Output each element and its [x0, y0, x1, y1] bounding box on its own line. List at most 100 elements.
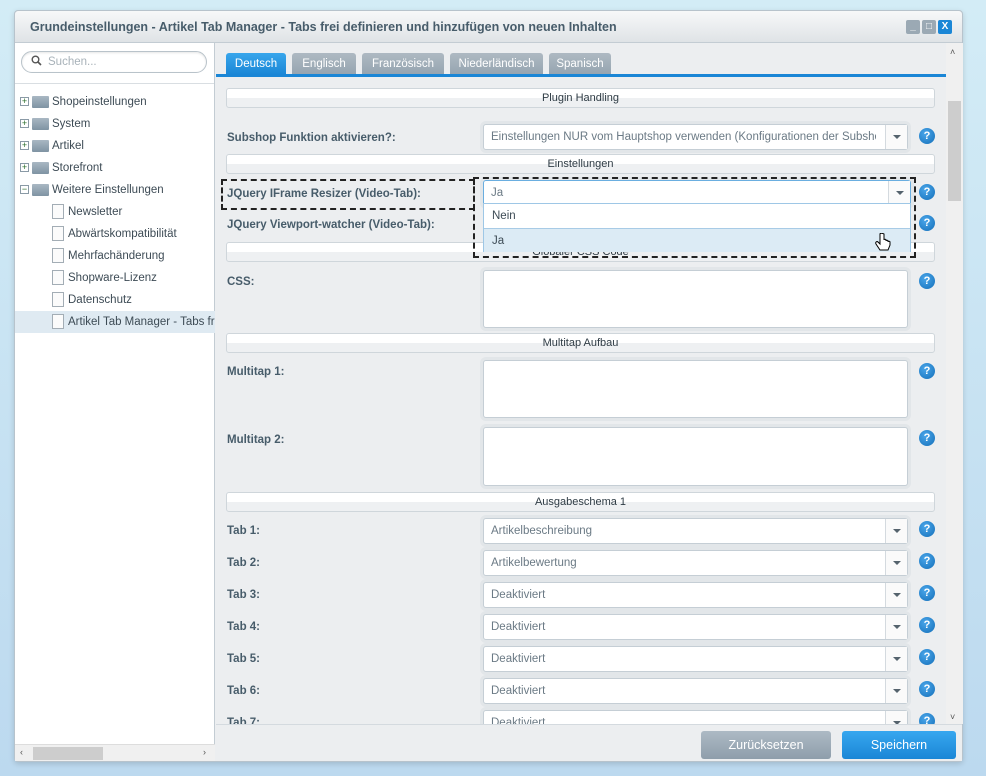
tree-item[interactable]: Datenschutz	[15, 289, 215, 311]
tab-französisch[interactable]: Französisch	[362, 53, 444, 75]
help-icon[interactable]: ?	[919, 649, 935, 665]
expand-icon[interactable]: +	[20, 97, 29, 106]
tab-row-select[interactable]: Deaktiviert	[483, 614, 908, 640]
help-icon[interactable]: ?	[919, 681, 935, 697]
tab-row-select[interactable]: Deaktiviert	[483, 678, 908, 704]
tab-row-select[interactable]: Artikelbewertung	[483, 550, 908, 576]
tree-item[interactable]: − Weitere Einstellungen	[15, 179, 215, 201]
vertical-scrollbar[interactable]: ˄ ˅	[946, 43, 963, 724]
tree-item-label: Artikel	[52, 140, 84, 152]
tab-row-value: Deaktiviert	[491, 685, 546, 697]
scroll-right-icon[interactable]: ›	[203, 747, 206, 757]
folder-icon	[32, 118, 49, 130]
document-icon	[52, 270, 64, 285]
multitap1-textarea[interactable]	[483, 360, 908, 418]
tab-row-value: Artikelbewertung	[491, 557, 577, 569]
chevron-down-icon[interactable]	[885, 711, 907, 724]
tab-row-select[interactable]: Deaktiviert	[483, 710, 908, 724]
expand-icon[interactable]: +	[20, 141, 29, 150]
document-icon	[52, 204, 64, 219]
focus-outline-field	[473, 177, 916, 258]
help-icon[interactable]: ?	[919, 215, 935, 231]
tab-spanisch[interactable]: Spanisch	[549, 53, 611, 75]
help-icon[interactable]: ?	[919, 617, 935, 633]
tree-item[interactable]: Shopware-Lizenz	[15, 267, 215, 289]
sidebar: Suchen... + Shopeinstellungen + System + Arti…	[15, 43, 215, 761]
tab-row-value: Artikelbeschreibung	[491, 525, 593, 537]
tree-item-label: Weitere Einstellungen	[52, 184, 164, 196]
tab-deutsch[interactable]: Deutsch	[226, 53, 286, 75]
tree-item[interactable]: Abwärtskompatibilität	[15, 223, 215, 245]
section-plugin-handling: Plugin Handling	[226, 88, 935, 108]
tree-item[interactable]: Artikel Tab Manager - Tabs frei definier…	[15, 311, 215, 333]
tab-row-value: Deaktiviert	[491, 589, 546, 601]
scroll-left-icon[interactable]: ‹	[20, 747, 23, 757]
multitap2-textarea[interactable]	[483, 427, 908, 486]
expand-icon[interactable]: +	[20, 163, 29, 172]
collapse-icon[interactable]: −	[20, 185, 29, 194]
chevron-down-icon[interactable]	[885, 583, 907, 607]
maximize-button[interactable]: □	[922, 20, 936, 34]
tab-row-label: Tab 4:	[227, 621, 261, 633]
chevron-down-icon[interactable]	[885, 125, 907, 149]
tab-row-value: Deaktiviert	[491, 621, 546, 633]
help-icon[interactable]: ?	[919, 430, 935, 446]
tab-englisch[interactable]: Englisch	[292, 53, 356, 75]
chevron-down-icon[interactable]	[885, 519, 907, 543]
help-icon[interactable]: ?	[919, 363, 935, 379]
help-icon[interactable]: ?	[919, 553, 935, 569]
tree-item-label: Shopware-Lizenz	[68, 272, 157, 284]
chevron-down-icon[interactable]	[885, 615, 907, 639]
scrollbar-thumb[interactable]	[948, 101, 961, 201]
tab-row-select[interactable]: Deaktiviert	[483, 582, 908, 608]
hand-cursor-icon	[875, 233, 891, 251]
window-title: Grundeinstellungen - Artikel Tab Manager…	[30, 20, 617, 34]
reset-button[interactable]: Zurücksetzen	[701, 731, 831, 759]
chevron-down-icon[interactable]	[885, 679, 907, 703]
tree-item[interactable]: + Storefront	[15, 157, 215, 179]
help-icon[interactable]: ?	[919, 273, 935, 289]
tree-item[interactable]: + Shopeinstellungen	[15, 91, 215, 113]
folder-icon	[32, 184, 49, 196]
subshop-select[interactable]: Einstellungen NUR vom Hauptshop verwende…	[483, 124, 908, 150]
viewport-watcher-label: JQuery Viewport-watcher (Video-Tab):	[227, 219, 435, 231]
tab-niederländisch[interactable]: Niederländisch	[450, 53, 543, 75]
minimize-button[interactable]: _	[906, 20, 920, 34]
css-label: CSS:	[227, 276, 255, 288]
save-button[interactable]: Speichern	[842, 731, 956, 759]
tree-item-label: Artikel Tab Manager - Tabs frei definier…	[68, 316, 215, 328]
chevron-down-icon[interactable]	[885, 551, 907, 575]
form-panel: Deutsch Englisch Französisch Niederländisch…	[216, 43, 946, 724]
scroll-down-icon[interactable]: ˅	[950, 712, 955, 722]
section-settings: Einstellungen	[226, 154, 935, 174]
search-input[interactable]: Suchen...	[21, 51, 207, 73]
tree-item[interactable]: + System	[15, 113, 215, 135]
tab-row-select[interactable]: Deaktiviert	[483, 646, 908, 672]
footer-toolbar: Zurücksetzen Speichern	[216, 724, 962, 761]
search-icon	[31, 55, 42, 66]
help-icon[interactable]: ?	[919, 128, 935, 144]
tree-item[interactable]: + Artikel	[15, 135, 215, 157]
settings-window: Grundeinstellungen - Artikel Tab Manager…	[14, 10, 963, 762]
css-textarea[interactable]	[483, 270, 908, 328]
horizontal-scrollbar[interactable]: ‹ ›	[15, 744, 215, 761]
folder-icon	[32, 162, 49, 174]
chevron-down-icon[interactable]	[885, 647, 907, 671]
expand-icon[interactable]: +	[20, 119, 29, 128]
folder-icon	[32, 140, 49, 152]
scroll-up-icon[interactable]: ˄	[950, 47, 955, 57]
tree-item[interactable]: Mehrfachänderung	[15, 245, 215, 267]
help-icon[interactable]: ?	[919, 184, 935, 200]
tree-item[interactable]: Newsletter	[15, 201, 215, 223]
tab-row-label: Tab 1:	[227, 525, 261, 537]
scrollbar-thumb[interactable]	[33, 747, 103, 760]
help-icon[interactable]: ?	[919, 713, 935, 724]
close-button[interactable]: X	[938, 20, 952, 34]
help-icon[interactable]: ?	[919, 521, 935, 537]
help-icon[interactable]: ?	[919, 585, 935, 601]
multitap1-label: Multitap 1:	[227, 366, 285, 378]
tab-row-select[interactable]: Artikelbeschreibung	[483, 518, 908, 544]
subshop-value: Einstellungen NUR vom Hauptshop verwende…	[491, 131, 876, 143]
search-placeholder: Suchen...	[48, 56, 97, 68]
section-multitap: Multitap Aufbau	[226, 333, 935, 353]
